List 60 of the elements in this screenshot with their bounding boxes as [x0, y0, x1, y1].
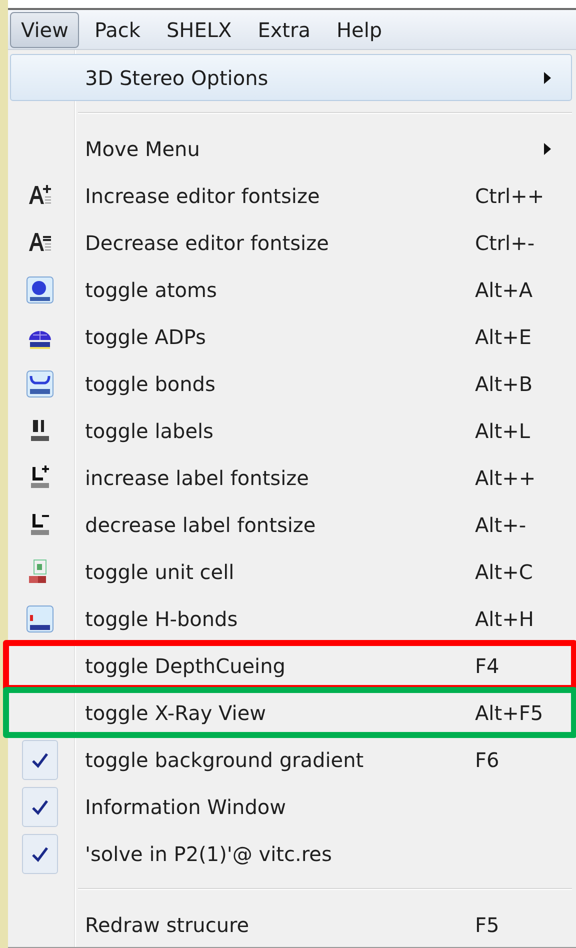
menu-item-label: toggle atoms	[85, 276, 218, 304]
submenu-arrow-icon	[544, 142, 551, 154]
menu-item-label: toggle ADPs	[85, 324, 207, 350]
menu-item[interactable]: Move Menu	[10, 125, 572, 172]
menu-item[interactable]: Information Window	[10, 783, 572, 830]
menu-item[interactable]: toggle DepthCueing F4	[10, 642, 572, 689]
menu-item-label: toggle H-bonds	[85, 606, 239, 632]
shortcut-label: Alt+H	[475, 606, 535, 632]
menu-item-label: 3D Stereo Options	[85, 64, 270, 92]
shortcut-label: Alt+C	[475, 558, 534, 586]
menu-item[interactable]: Decrease editor fontsize Ctrl+-	[10, 219, 572, 266]
shortcut-label: Alt++	[475, 464, 537, 492]
shortcut-label: Alt+A	[475, 276, 534, 304]
menu-bar-item[interactable]: Help	[325, 12, 394, 48]
menu-item-label: toggle X-Ray View	[85, 700, 267, 726]
menu-item[interactable]: decrease label fontsize Alt+-	[10, 501, 572, 548]
shortcut-label: Alt+B	[475, 370, 534, 398]
menu-item[interactable]: toggle background gradient F6	[10, 736, 572, 783]
menu-item-label: toggle labels	[85, 418, 214, 444]
menu-item[interactable]: increase label fontsize Alt++	[10, 454, 572, 501]
menu-item-label: Information Window	[85, 794, 287, 820]
menu-item-label: toggle unit cell	[85, 558, 236, 586]
menu-item[interactable]: toggle bonds Alt+B	[10, 360, 572, 407]
menu-bar-item[interactable]: View	[10, 12, 80, 48]
shortcut-label: F6	[475, 746, 500, 774]
menu-item[interactable]: toggle atoms Alt+A	[10, 266, 572, 313]
shortcut-label: F4	[475, 652, 500, 680]
menu-item-label: decrease label fontsize	[85, 512, 317, 538]
menu-item-label: Redraw strucure	[85, 912, 250, 938]
menu-item[interactable]: 'solve in P2(1)'@ vitc.res	[10, 830, 572, 877]
shortcut-label: Alt+-	[475, 512, 528, 538]
menu-item-label: increase label fontsize	[85, 464, 310, 492]
menu-item[interactable]: Increase editor fontsize Ctrl++	[10, 172, 572, 219]
menu-bar-item[interactable]: Extra	[246, 12, 322, 48]
shortcut-label: Ctrl+-	[475, 230, 536, 256]
menu-item[interactable]: 3D Stereo Options	[10, 54, 572, 101]
menu-item[interactable]: toggle unit cell Alt+C	[10, 548, 572, 595]
menu-bar-item[interactable]: SHELX	[155, 12, 243, 48]
hydrogen-bond-icon	[26, 604, 54, 632]
menu-item[interactable]: toggle labels Alt+L	[10, 407, 572, 454]
menu-item[interactable]: toggle X-Ray View Alt+F5	[10, 689, 572, 736]
shortcut-label: Alt+F5	[475, 700, 544, 726]
shortcut-label: Ctrl++	[475, 182, 546, 210]
menu-item-label: toggle background gradient	[85, 746, 365, 774]
submenu-arrow-icon	[544, 72, 551, 84]
menu-item-label: Decrease editor fontsize	[85, 230, 330, 256]
menu-item[interactable]: Redraw strucure F5	[10, 901, 572, 948]
menu-item-label: 'solve in P2(1)'@ vitc.res	[85, 840, 333, 868]
menu-item[interactable]: toggle ADPs Alt+E	[10, 313, 572, 360]
shortcut-label: Alt+E	[475, 324, 532, 350]
atom-icon	[26, 276, 54, 304]
menu-item-label: toggle DepthCueing	[85, 652, 286, 680]
menu-item[interactable]: toggle H-bonds Alt+H	[10, 595, 572, 642]
menu-item-label: Move Menu	[85, 136, 201, 162]
menu-bar-item[interactable]: Pack	[83, 12, 152, 48]
menu-item-label: toggle bonds	[85, 370, 216, 398]
shortcut-label: F5	[475, 912, 500, 938]
menu-item-label: Increase editor fontsize	[85, 182, 321, 210]
bond-icon	[26, 370, 54, 398]
shortcut-label: Alt+L	[475, 418, 531, 444]
